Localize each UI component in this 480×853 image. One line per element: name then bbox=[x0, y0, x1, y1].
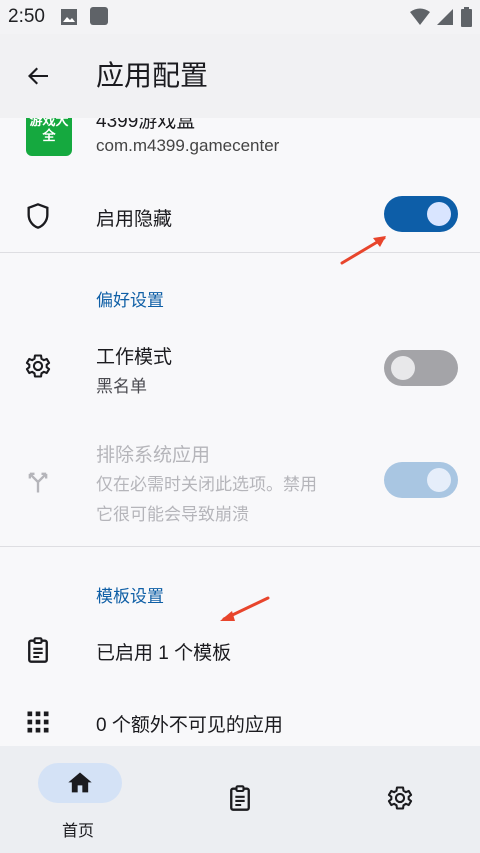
image-icon bbox=[60, 8, 78, 30]
nav-home[interactable]: 首页 bbox=[0, 746, 160, 853]
enable-hide-row[interactable]: 启用隐藏 bbox=[0, 180, 480, 250]
back-arrow-icon[interactable] bbox=[22, 60, 54, 92]
app-square-icon bbox=[89, 6, 109, 30]
switch-knob bbox=[427, 468, 451, 492]
enabled-templates-label: 已启用 1 个模板 bbox=[96, 643, 232, 664]
gear-icon bbox=[24, 352, 52, 380]
shield-icon bbox=[24, 202, 52, 230]
signal-icon bbox=[436, 8, 454, 30]
nav-settings[interactable] bbox=[320, 746, 480, 853]
clipboard-icon bbox=[24, 636, 52, 664]
enable-hide-switch[interactable] bbox=[384, 196, 458, 232]
work-mode-value: 黑名单 bbox=[96, 377, 147, 396]
clipboard-icon bbox=[226, 784, 254, 816]
app-info-header: 游戏大全 4399游戏盒 com.m4399.gamecenter bbox=[0, 118, 480, 176]
app-bar: 应用配置 bbox=[0, 34, 480, 118]
switch-knob bbox=[391, 356, 415, 380]
nav-home-label: 首页 bbox=[62, 823, 95, 840]
divider bbox=[0, 252, 480, 253]
divider bbox=[0, 546, 480, 547]
exclude-system-apps-switch bbox=[384, 462, 458, 498]
page-title: 应用配置 bbox=[96, 60, 209, 91]
nav-templates[interactable] bbox=[160, 746, 320, 853]
preferences-section-title: 偏好设置 bbox=[96, 291, 164, 310]
exclude-system-apps-row: 排除系统应用 仅在必需时关闭此选项。禁用 它很可能会导致崩溃 bbox=[0, 428, 480, 538]
settings-list[interactable]: 游戏大全 4399游戏盒 com.m4399.gamecenter 启用隐藏 偏… bbox=[0, 118, 480, 746]
exclude-system-apps-desc-1: 仅在必需时关闭此选项。禁用 bbox=[96, 475, 317, 494]
work-mode-label: 工作模式 bbox=[96, 347, 173, 368]
exclude-system-apps-desc-2: 它很可能会导致崩溃 bbox=[96, 505, 249, 524]
grid-icon bbox=[24, 708, 52, 736]
app-name: 4399游戏盒 bbox=[96, 118, 196, 132]
extra-invisible-apps-row[interactable]: 0 个额外不可见的应用 bbox=[0, 690, 480, 746]
app-icon: 游戏大全 bbox=[26, 118, 72, 156]
status-time: 2:50 bbox=[8, 6, 45, 27]
templates-section-title: 模板设置 bbox=[96, 587, 164, 606]
app-package-name: com.m4399.gamecenter bbox=[96, 136, 280, 155]
fork-arrows-icon bbox=[24, 468, 52, 496]
work-mode-row[interactable]: 工作模式 黑名单 bbox=[0, 328, 480, 408]
home-icon bbox=[66, 769, 94, 801]
app-icon-text: 游戏大全 bbox=[29, 118, 69, 144]
wifi-icon bbox=[410, 8, 430, 30]
exclude-system-apps-label: 排除系统应用 bbox=[96, 445, 211, 466]
enable-hide-label: 启用隐藏 bbox=[96, 209, 173, 230]
gear-icon bbox=[386, 784, 414, 816]
switch-knob bbox=[427, 202, 451, 226]
work-mode-switch[interactable] bbox=[384, 350, 458, 386]
battery-icon bbox=[461, 7, 472, 31]
enabled-templates-row[interactable]: 已启用 1 个模板 bbox=[0, 618, 480, 682]
status-bar: 2:50 bbox=[0, 0, 480, 34]
extra-invisible-apps-label: 0 个额外不可见的应用 bbox=[96, 715, 283, 736]
bottom-navigation: 首页 bbox=[0, 746, 480, 853]
